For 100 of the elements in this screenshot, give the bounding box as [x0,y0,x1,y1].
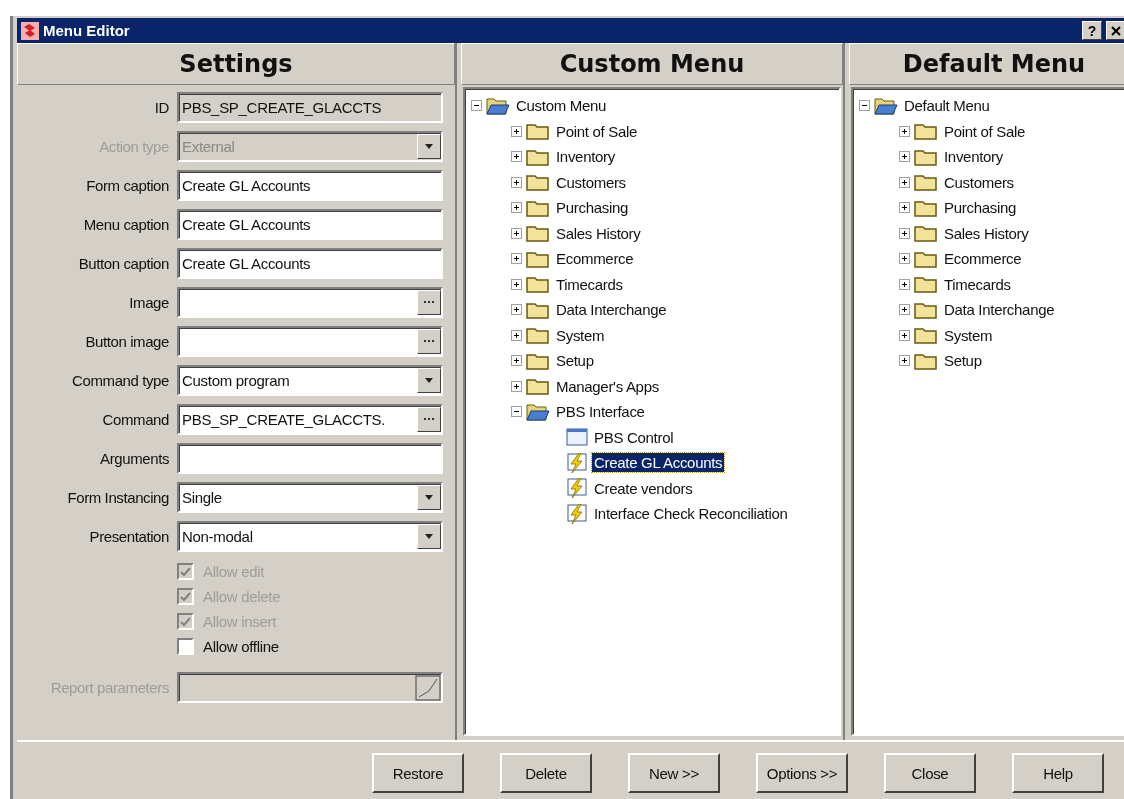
tree-item[interactable]: Timecards [942,274,1013,294]
expand-icon[interactable] [511,253,522,265]
tree-item[interactable]: Data Interchange [942,300,1057,320]
dropdown-field[interactable]: Custom program [177,365,443,396]
expand-icon[interactable] [899,278,910,290]
tree-item[interactable]: Create GL Accounts [592,453,725,473]
folder-icon [526,147,550,166]
expand-icon[interactable] [899,151,910,163]
folder-icon [526,224,550,243]
folder-icon [526,173,550,192]
expand-icon[interactable] [511,329,522,341]
expand-icon[interactable] [899,202,910,214]
field-label: ID [153,99,169,116]
folder-icon [914,351,938,370]
tree-item[interactable]: Ecommerce [942,249,1024,269]
folder-icon [914,198,938,217]
expand-icon[interactable] [511,151,522,163]
folder-icon [526,351,550,370]
checkbox[interactable] [177,638,194,655]
dropdown-button[interactable] [417,524,441,549]
input-field[interactable] [177,287,443,318]
input-field[interactable]: PBS_SP_CREATE_GLACCTS. [177,404,443,435]
field-label: Image [128,294,169,311]
tree-item[interactable]: Sales History [554,223,643,243]
input-field[interactable] [177,443,443,474]
tree-item[interactable]: Purchasing [942,198,1019,218]
tree-item[interactable]: Point of Sale [554,121,640,141]
input-field[interactable] [177,326,443,357]
folder-icon [526,326,550,345]
tree-item[interactable]: Ecommerce [554,249,636,269]
tree-item[interactable]: Setup [942,351,984,371]
expand-icon[interactable] [899,227,910,239]
collapse-icon[interactable] [471,100,482,112]
input-field[interactable]: PBS_SP_CREATE_GLACCTS [177,92,443,123]
tree-item[interactable]: Data Interchange [554,300,669,320]
folder-icon [526,249,550,268]
input-field[interactable] [177,672,443,703]
tree-item[interactable]: Sales History [942,223,1031,243]
expand-icon[interactable] [511,355,522,367]
tree-item[interactable]: Customers [554,172,628,192]
expand-icon[interactable] [511,176,522,188]
input-field[interactable]: Create GL Accounts [177,209,443,240]
field-label: Form caption [85,177,169,194]
tree-item[interactable]: Custom Menu [514,96,609,116]
tree-item[interactable]: System [942,325,995,345]
folder-icon [914,249,938,268]
tree-item[interactable]: Customers [942,172,1016,192]
tree-item[interactable]: Purchasing [554,198,631,218]
dialog-button[interactable]: Delete [500,753,592,793]
tree-item[interactable]: PBS Interface [554,402,647,422]
dropdown-arrow-icon [424,143,434,150]
dropdown-arrow-icon [424,533,434,540]
expand-icon[interactable] [511,202,522,214]
input-field[interactable]: Create GL Accounts [177,170,443,201]
expand-icon[interactable] [899,355,910,367]
dialog-button[interactable]: Options >> [756,753,848,793]
tree-item[interactable]: Manager's Apps [554,376,661,396]
expand-icon[interactable] [511,278,522,290]
field-label: Button caption [77,255,169,272]
tree-item[interactable]: Create vendors [592,478,695,498]
lightning-icon [566,478,588,499]
dialog-button[interactable]: Help [1012,753,1104,793]
dropdown-field[interactable]: Non-modal [177,521,443,552]
close-button[interactable] [1106,21,1124,40]
open-folder-icon [526,402,550,421]
folder-icon [914,224,938,243]
tree-item[interactable]: Default Menu [902,96,992,116]
tree-item[interactable]: System [554,325,607,345]
dialog-button[interactable]: Close [884,753,976,793]
panel-header: Custom Menu [461,43,843,85]
tree-item[interactable]: Inventory [942,147,1005,167]
expand-icon[interactable] [511,227,522,239]
expand-icon[interactable] [511,380,522,392]
dialog-button[interactable]: Restore [372,753,464,793]
expand-icon[interactable] [511,125,522,137]
expand-icon[interactable] [511,304,522,316]
tree-item[interactable]: Point of Sale [942,121,1028,141]
collapse-icon[interactable] [511,406,522,418]
input-field[interactable]: Create GL Accounts [177,248,443,279]
browse-button[interactable] [417,407,441,432]
dialog-button[interactable]: New >> [628,753,720,793]
expand-icon[interactable] [899,304,910,316]
dropdown-button[interactable] [417,134,441,159]
browse-button[interactable] [417,329,441,354]
expand-icon[interactable] [899,253,910,265]
browse-button[interactable] [417,290,441,315]
help-button[interactable]: ? [1082,21,1102,40]
tree-item[interactable]: Setup [554,351,596,371]
dropdown-field[interactable]: Single [177,482,443,513]
tree-item[interactable]: Inventory [554,147,617,167]
tree-item[interactable]: Interface Check Reconciliation [592,504,790,524]
tree-item[interactable]: PBS Control [592,427,676,447]
collapse-icon[interactable] [859,100,870,112]
expand-icon[interactable] [899,125,910,137]
window-title: Menu Editor [43,22,131,39]
expand-icon[interactable] [899,176,910,188]
dropdown-button[interactable] [417,368,441,393]
dropdown-button[interactable] [417,485,441,510]
expand-icon[interactable] [899,329,910,341]
tree-item[interactable]: Timecards [554,274,625,294]
